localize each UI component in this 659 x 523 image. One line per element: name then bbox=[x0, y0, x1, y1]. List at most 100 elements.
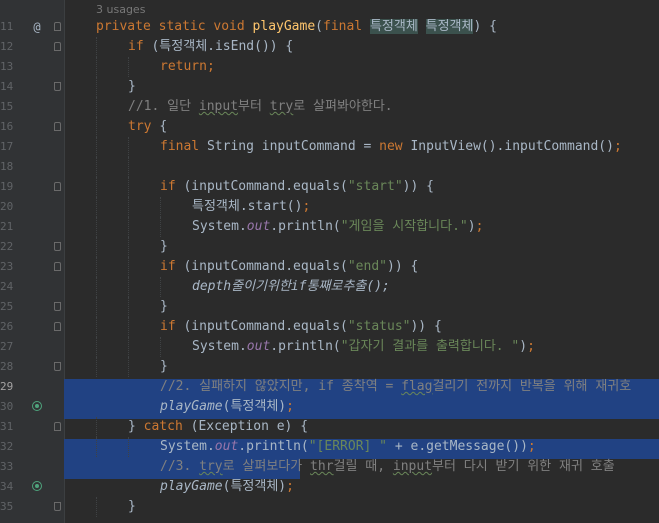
code-line[interactable]: 22 } bbox=[0, 237, 659, 257]
indent-guide bbox=[96, 497, 97, 517]
fold-icon[interactable] bbox=[54, 422, 61, 431]
line-number: 27 bbox=[0, 340, 14, 353]
override-annotation-icon[interactable]: @ bbox=[30, 20, 44, 34]
fold-icon[interactable] bbox=[54, 22, 61, 31]
line-number: 12 bbox=[0, 40, 14, 53]
code-line[interactable]: 26 if (inputCommand.equals("status")) { bbox=[0, 317, 659, 337]
fold-end-icon[interactable] bbox=[54, 82, 61, 91]
code-line[interactable]: 18 bbox=[0, 157, 659, 177]
code-text: 특정객체.start(); bbox=[192, 199, 311, 214]
code-line[interactable]: 20 특정객체.start(); bbox=[0, 197, 659, 217]
indent-guide bbox=[96, 97, 97, 117]
code-line[interactable]: 21 System.out.println("게임을 시작합니다."); bbox=[0, 217, 659, 237]
indent-guide bbox=[96, 237, 97, 257]
code-text: private static void playGame(final 특정객체 … bbox=[96, 19, 497, 34]
fold-icon[interactable] bbox=[54, 42, 61, 51]
code-line[interactable]: 15 //1. 일단 input부터 try로 살펴봐야한다. bbox=[0, 97, 659, 117]
code-line[interactable]: 14 } bbox=[0, 77, 659, 97]
line-number: 28 bbox=[0, 360, 14, 373]
fold-end-icon[interactable] bbox=[54, 242, 61, 251]
code-line[interactable]: 28 } bbox=[0, 357, 659, 377]
indent-guide bbox=[160, 277, 161, 297]
indent-guide bbox=[96, 437, 97, 457]
code-line[interactable]: 11 @ private static void playGame(final … bbox=[0, 17, 659, 37]
indent-guide bbox=[128, 297, 129, 317]
code-line[interactable]: 35 } bbox=[0, 497, 659, 517]
code-line[interactable]: 24 depth줄이기위한if통째로추출(); bbox=[0, 277, 659, 297]
code-line[interactable]: 19 if (inputCommand.equals("start")) { bbox=[0, 177, 659, 197]
indent-guide bbox=[128, 237, 129, 257]
indent-guide bbox=[128, 157, 129, 177]
line-number: 33 bbox=[0, 460, 14, 473]
line-number: 31 bbox=[0, 420, 14, 433]
code-line[interactable]: 23 if (inputCommand.equals("end")) { bbox=[0, 257, 659, 277]
recursive-call-icon[interactable] bbox=[32, 401, 42, 411]
indent-guide bbox=[96, 277, 97, 297]
code-line[interactable]: 31 } catch (Exception e) { bbox=[0, 417, 659, 437]
code-line[interactable]: 27 System.out.println("갑자기 결과를 출력합니다. ")… bbox=[0, 337, 659, 357]
indent-guide bbox=[128, 217, 129, 237]
code-line[interactable]: 16 try { bbox=[0, 117, 659, 137]
line-number: 35 bbox=[0, 500, 14, 513]
indent-guide bbox=[96, 337, 97, 357]
code-line[interactable]: 34 playGame(특정객체); bbox=[0, 477, 659, 497]
indent-guide bbox=[96, 217, 97, 237]
code-line[interactable]: 30 playGame(특정객체); bbox=[0, 397, 659, 417]
indent-guide bbox=[128, 357, 129, 377]
code-editor[interactable]: 3 usages 11 @ private static void playGa… bbox=[0, 0, 659, 523]
indent-guide bbox=[96, 177, 97, 197]
code-text: } catch (Exception e) { bbox=[128, 419, 309, 434]
indent-guide bbox=[128, 57, 129, 77]
code-line[interactable]: 13 return; bbox=[0, 57, 659, 77]
code-line[interactable]: 25 } bbox=[0, 297, 659, 317]
line-number: 15 bbox=[0, 100, 14, 113]
indent-guide bbox=[128, 257, 129, 277]
indent-guide bbox=[128, 277, 129, 297]
indent-guide bbox=[160, 217, 161, 237]
code-text: if (특정객체.isEnd()) { bbox=[128, 39, 294, 54]
code-text: playGame(특정객체); bbox=[160, 479, 294, 494]
line-number: 18 bbox=[0, 160, 14, 173]
line-number: 19 bbox=[0, 180, 14, 193]
code-text: if (inputCommand.equals("start")) { bbox=[160, 179, 434, 194]
indent-guide bbox=[96, 417, 97, 437]
indent-guide bbox=[96, 57, 97, 77]
indent-guide bbox=[128, 337, 129, 357]
code-text: return; bbox=[160, 59, 215, 74]
code-line[interactable]: 12 if (특정객체.isEnd()) { bbox=[0, 37, 659, 57]
fold-end-icon[interactable] bbox=[54, 302, 61, 311]
indent-guide bbox=[96, 317, 97, 337]
line-number: 29 bbox=[0, 380, 14, 393]
code-line[interactable]: 33 //3. try로 살펴보다가 thr걸릴 때, input부터 다시 받… bbox=[0, 457, 659, 477]
code-line[interactable]: 32 System.out.println("[ERROR] " + e.get… bbox=[0, 437, 659, 457]
code-text: System.out.println("갑자기 결과를 출력합니다. "); bbox=[192, 339, 535, 354]
fold-icon[interactable] bbox=[54, 122, 61, 131]
code-line[interactable]: 17 final String inputCommand = new Input… bbox=[0, 137, 659, 157]
indent-guide bbox=[96, 157, 97, 177]
code-text: } bbox=[160, 299, 168, 314]
fold-end-icon[interactable] bbox=[54, 502, 61, 511]
recursive-call-icon[interactable] bbox=[32, 481, 42, 491]
line-number: 26 bbox=[0, 320, 14, 333]
fold-icon[interactable] bbox=[54, 322, 61, 331]
line-number: 11 bbox=[0, 20, 14, 33]
code-text: System.out.println("게임을 시작합니다."); bbox=[192, 219, 484, 234]
line-number: 13 bbox=[0, 60, 14, 73]
fold-icon[interactable] bbox=[54, 262, 61, 271]
line-number: 24 bbox=[0, 280, 14, 293]
comment-text: //2. 실패하지 않았지만, if 종착역 = flag걸리기 전까지 반복을… bbox=[160, 379, 632, 394]
indent-guide bbox=[96, 357, 97, 377]
line-number: 17 bbox=[0, 140, 14, 153]
code-text: if (inputCommand.equals("status")) { bbox=[160, 319, 442, 334]
code-text: depth줄이기위한if통째로추출(); bbox=[192, 279, 390, 294]
line-number: 23 bbox=[0, 260, 14, 273]
indent-guide bbox=[128, 137, 129, 157]
code-text: System.out.println("[ERROR] " + e.getMes… bbox=[160, 439, 536, 454]
indent-guide bbox=[96, 197, 97, 217]
fold-icon[interactable] bbox=[54, 182, 61, 191]
indent-guide bbox=[128, 197, 129, 217]
code-text: try { bbox=[128, 119, 168, 134]
code-line[interactable]: 29 //2. 실패하지 않았지만, if 종착역 = flag걸리기 전까지 … bbox=[0, 377, 659, 397]
fold-end-icon[interactable] bbox=[54, 362, 61, 371]
indent-guide bbox=[160, 337, 161, 357]
